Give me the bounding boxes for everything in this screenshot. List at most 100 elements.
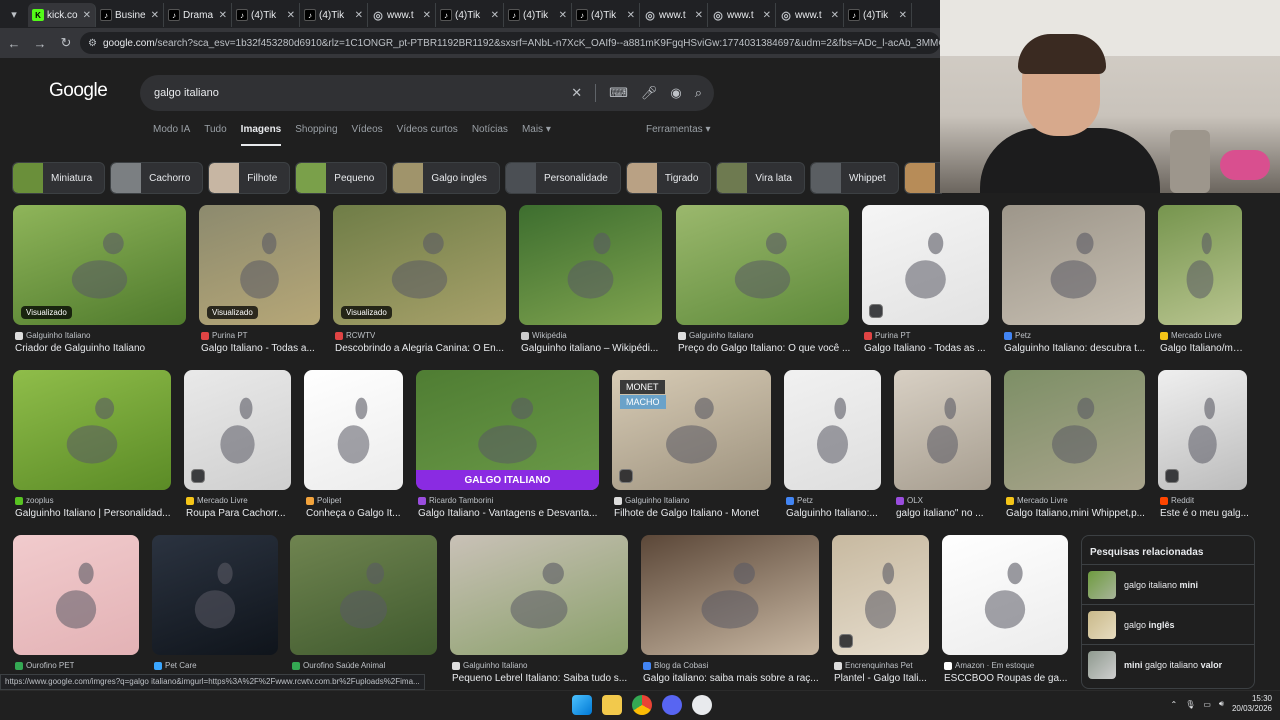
google-logo[interactable]: Google: [49, 80, 108, 102]
refine-chip[interactable]: Galgo ingles: [392, 162, 500, 194]
result-source[interactable]: Purina PT: [201, 331, 248, 340]
result-title[interactable]: Preço do Galgo Italiano: O que você ...: [678, 343, 850, 354]
result-thumbnail[interactable]: [832, 535, 929, 655]
keyboard-icon[interactable]: ⌨: [609, 85, 628, 101]
search-input[interactable]: galgo italiano: [154, 87, 219, 99]
browser-tab[interactable]: ♪ (4)Tik ✕: [844, 3, 912, 27]
search-tab[interactable]: Mais ▾: [522, 124, 551, 146]
result-thumbnail[interactable]: [784, 370, 881, 490]
result-thumbnail[interactable]: [942, 535, 1068, 655]
browser-tab[interactable]: ♪ Busine ✕: [96, 3, 164, 27]
result-thumbnail[interactable]: [450, 535, 628, 655]
image-result[interactable]: Mercado Livre Roupa Para Cachorr...: [184, 370, 291, 524]
result-source[interactable]: zooplus: [15, 496, 54, 505]
image-result[interactable]: zooplus Galguinho Italiano | Personalidad…: [13, 370, 171, 524]
image-result[interactable]: Mercado Livre Galgo Italiano/mini...: [1158, 205, 1244, 359]
browser-tab[interactable]: ♪ (4)Tik ✕: [300, 3, 368, 27]
refine-chip[interactable]: Mal: [903, 162, 942, 194]
close-tab-icon[interactable]: ✕: [831, 10, 839, 21]
image-result[interactable]: OLX galgo italiano" no ...: [894, 370, 991, 524]
image-result[interactable]: Pet Care: [152, 535, 278, 689]
image-result[interactable]: GALGO ITALIANO Ricardo Tamborini Galgo Ita…: [416, 370, 599, 524]
result-thumbnail[interactable]: [304, 370, 403, 490]
refine-chip[interactable]: Pequeno: [295, 162, 388, 194]
result-thumbnail[interactable]: GALGO ITALIANO: [416, 370, 599, 490]
image-result[interactable]: Visualizado Galguinho Italiano Criador de …: [13, 205, 186, 359]
close-tab-icon[interactable]: ✕: [899, 10, 907, 21]
result-title[interactable]: Galgo Italiano - Todas a...: [201, 343, 315, 354]
refine-chip[interactable]: Miniatura: [12, 162, 106, 194]
browser-tab[interactable]: ♪ Drama ✕: [164, 3, 232, 27]
microphone-icon[interactable]: 🎙︎: [1185, 700, 1195, 709]
close-tab-icon[interactable]: ✕: [559, 10, 567, 21]
back-arrow-icon[interactable]: ←: [2, 31, 26, 55]
close-tab-icon[interactable]: ✕: [83, 10, 91, 21]
image-result[interactable]: Petz Galguinho Italiano:...: [784, 370, 881, 524]
result-source[interactable]: Polipet: [306, 496, 341, 505]
refine-chip[interactable]: Tigrado: [625, 162, 712, 194]
browser-tab[interactable]: ♪ (4)Tik ✕: [504, 3, 572, 27]
result-thumbnail[interactable]: [641, 535, 819, 655]
forward-arrow-icon[interactable]: →: [28, 31, 52, 55]
close-tab-icon[interactable]: ✕: [491, 10, 499, 21]
close-tab-icon[interactable]: ✕: [355, 10, 363, 21]
browser-tab[interactable]: ♪ (4)Tik ✕: [232, 3, 300, 27]
image-result[interactable]: Petz Galguinho Italiano: descubra t...: [1002, 205, 1145, 359]
search-tab[interactable]: Vídeos: [352, 124, 383, 146]
close-tab-icon[interactable]: ✕: [287, 10, 295, 21]
clock[interactable]: 15:30 20/03/2026: [1232, 694, 1272, 714]
result-source[interactable]: Petz: [786, 496, 813, 505]
refine-chip[interactable]: Cachorro: [110, 162, 204, 194]
result-title[interactable]: Galgo Italiano,mini Whippet,p...: [1006, 508, 1145, 519]
result-title[interactable]: Galguinho Italiano: descubra t...: [1004, 343, 1145, 354]
image-result[interactable]: Visualizado RCWTV Descobrindo a Alegria Ca…: [333, 205, 506, 359]
result-thumbnail[interactable]: [290, 535, 437, 655]
search-tab[interactable]: Shopping: [295, 124, 337, 146]
result-thumbnail[interactable]: [13, 370, 171, 490]
image-result[interactable]: Galguinho Italiano Preço do Galgo Italian…: [676, 205, 850, 359]
browser-tab[interactable]: ◎ www.t ✕: [776, 3, 844, 27]
refine-chip[interactable]: Vira lata: [716, 162, 805, 194]
image-result[interactable]: Encrenquinhas Pet Plantel - Galgo Itali..…: [832, 535, 929, 689]
network-icon[interactable]: ▭: [1203, 700, 1211, 709]
result-title[interactable]: Galgo Italiano - Todas as ...: [864, 343, 986, 354]
search-tab[interactable]: Vídeos curtos: [397, 124, 458, 146]
search-tab[interactable]: Imagens: [240, 124, 282, 146]
result-title[interactable]: Conheça o Galgo It...: [306, 508, 401, 519]
image-result[interactable]: Purina PT Galgo Italiano - Todas as ...: [862, 205, 989, 359]
site-info-icon[interactable]: ⚙: [88, 38, 97, 49]
result-source[interactable]: Mercado Livre: [186, 496, 248, 505]
browser-tab[interactable]: ♪ (4)Tik ✕: [572, 3, 640, 27]
result-source[interactable]: Galguinho Italiano: [614, 496, 690, 505]
result-thumbnail[interactable]: [152, 535, 278, 655]
lens-camera-icon[interactable]: ◉: [670, 85, 681, 101]
chevron-up-icon[interactable]: ⌃: [1170, 700, 1177, 709]
tab-search-chevron-icon[interactable]: ▾: [0, 0, 28, 28]
address-bar[interactable]: ⚙ google.com /search?sca_esv=1b32f453280…: [80, 32, 940, 54]
result-title[interactable]: Galgo Italiano - Vantagens e Desvanta...: [418, 508, 597, 519]
image-result[interactable]: Visualizado Purina PT Galgo Italiano - Tod…: [199, 205, 320, 359]
search-tab[interactable]: Notícias: [472, 124, 508, 146]
result-title[interactable]: Criador de Galguinho Italiano: [15, 343, 145, 354]
clear-icon[interactable]: ✕: [571, 85, 582, 101]
result-thumbnail[interactable]: [184, 370, 291, 490]
result-source[interactable]: Mercado Livre: [1160, 331, 1222, 340]
result-thumbnail[interactable]: [1004, 370, 1145, 490]
result-thumbnail[interactable]: [519, 205, 662, 325]
refine-chip[interactable]: Whippet: [809, 162, 899, 194]
related-item[interactable]: galgo inglês: [1082, 604, 1254, 644]
microphone-icon[interactable]: 🎤︎: [641, 85, 658, 101]
discord-icon[interactable]: [662, 695, 682, 715]
result-source[interactable]: Wikipédia: [521, 331, 567, 340]
result-source[interactable]: OLX: [896, 496, 923, 505]
close-tab-icon[interactable]: ✕: [695, 10, 703, 21]
search-tab[interactable]: Modo IA: [153, 124, 190, 146]
result-thumbnail[interactable]: [13, 535, 139, 655]
browser-tab[interactable]: ◎ www.t ✕: [368, 3, 436, 27]
refine-chip[interactable]: Personalidade: [504, 162, 621, 194]
chrome-icon[interactable]: [632, 695, 652, 715]
browser-tab[interactable]: Kkick.co ✕: [28, 3, 96, 27]
search-box[interactable]: galgo italiano ✕ ⌨ 🎤︎ ◉ ⌕: [140, 75, 714, 111]
result-source[interactable]: Reddit: [1160, 496, 1194, 505]
result-thumbnail[interactable]: [1002, 205, 1145, 325]
